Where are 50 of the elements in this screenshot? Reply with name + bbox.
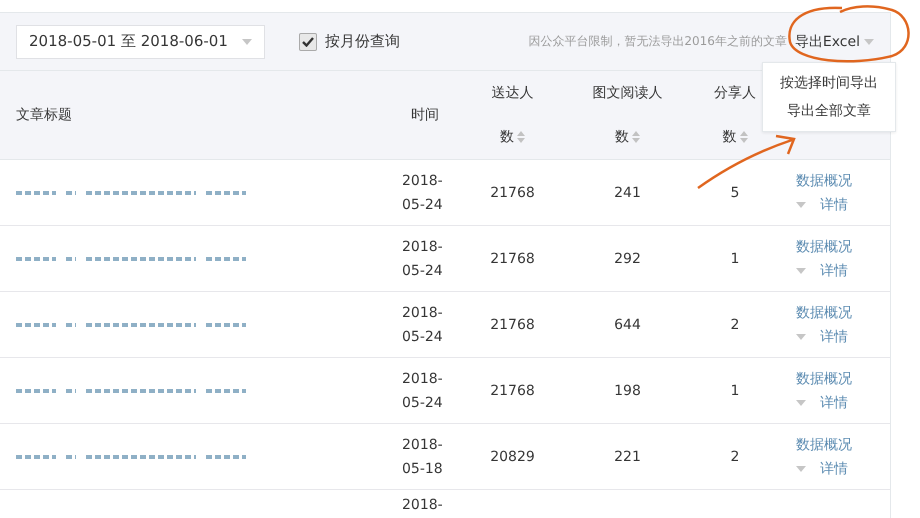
checkbox[interactable] (298, 32, 317, 50)
data-overview-link[interactable]: 数据概况 (796, 236, 852, 258)
time-cell-text: 2018-05-24 (402, 370, 444, 412)
shares-cell-text: 2 (730, 316, 740, 332)
delivered-cell-text: 21768 (489, 184, 536, 200)
details-link[interactable]: 详情 (820, 458, 848, 480)
details-link[interactable]: 详情 (820, 194, 848, 216)
data-overview-link[interactable]: 数据概况 (796, 434, 852, 456)
data-overview-link[interactable]: 数据概况 (796, 368, 852, 390)
delivered-cell-text: 20829 (489, 448, 536, 464)
monthly-query-checkbox[interactable]: 按月份查询 (298, 32, 400, 51)
delivered-cell-text: 21768 (489, 382, 536, 398)
column-header[interactable]: 图文阅读人数 (555, 71, 700, 159)
details-link[interactable]: 详情 (820, 260, 848, 282)
delivered-cell-text: 21768 (489, 316, 536, 332)
details-link[interactable]: 详情 (820, 326, 848, 348)
delivered-cell-text: 21768 (489, 250, 536, 266)
sort-icon[interactable] (632, 131, 640, 144)
column-header: 文章标题 (15, 106, 73, 125)
time-cell-text: 2018- (402, 496, 444, 515)
time-cell-text: 2018-05-24 (402, 172, 444, 214)
caret-icon (796, 400, 806, 406)
caret-icon (242, 38, 252, 44)
readers-cell-text: 221 (613, 448, 642, 464)
readers-cell-text: 292 (613, 250, 642, 266)
data-overview-link[interactable]: 数据概况 (796, 302, 852, 324)
caret-icon (864, 38, 874, 44)
export-excel-button[interactable]: 导出Excel (794, 32, 874, 50)
shares-cell-text: 2 (730, 448, 740, 464)
readers-cell-text: 644 (613, 316, 642, 332)
sort-icon[interactable] (517, 131, 525, 144)
export-notice: 因公众平台限制，暂无法导出2016年之前的文章 (528, 33, 787, 50)
caret-icon (796, 268, 806, 274)
caret-icon (796, 466, 806, 472)
caret-icon (796, 202, 806, 208)
readers-cell-text: 198 (613, 382, 642, 398)
sort-icon[interactable] (740, 131, 748, 144)
shares-cell-text: 1 (730, 382, 740, 398)
column-header: 时间 (410, 106, 440, 125)
column-header[interactable]: 送达人数 (470, 71, 555, 159)
date-range-select[interactable]: 2018-05-01 至 2018-06-01 (16, 24, 265, 58)
caret-icon (796, 334, 806, 340)
details-link[interactable]: 详情 (820, 392, 848, 414)
shares-cell-text: 1 (730, 250, 740, 266)
shares-cell-text: 5 (730, 184, 740, 200)
data-overview-link[interactable]: 数据概况 (796, 170, 852, 192)
readers-cell-text: 241 (613, 184, 642, 200)
time-cell-text: 2018-05-18 (402, 436, 444, 478)
time-cell-text: 2018-05-24 (402, 304, 444, 346)
time-cell-text: 2018-05-24 (402, 238, 444, 280)
